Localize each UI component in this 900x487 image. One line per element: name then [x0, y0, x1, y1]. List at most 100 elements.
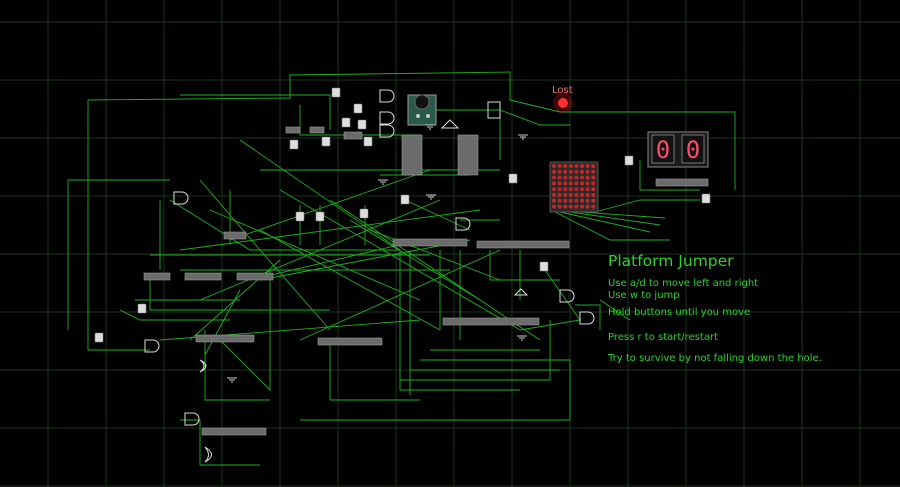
game-title: Platform Jumper	[608, 252, 734, 270]
matrix-dot	[563, 204, 568, 209]
button-icon	[624, 155, 634, 166]
and-gate-icon	[379, 89, 395, 103]
matrix-dot	[591, 169, 596, 174]
matrix-dot	[591, 193, 596, 197]
matrix-dot	[563, 193, 568, 197]
instruction-jump: Use w to jump	[608, 290, 680, 301]
score-digit-tens: 0	[656, 136, 670, 164]
instruction-restart: Press r to start/restart	[608, 332, 718, 343]
buzzer-icon	[407, 94, 437, 126]
matrix-dot	[563, 164, 568, 168]
and-gate-icon	[379, 111, 395, 125]
matrix-dot	[591, 204, 596, 209]
button-icon	[321, 136, 331, 147]
circuit-canvas[interactable]: 0 0	[0, 0, 900, 487]
matrix-dot	[552, 187, 556, 192]
and-gate-icon	[559, 289, 575, 303]
button-icon	[357, 119, 367, 130]
matrix-dot	[580, 198, 584, 203]
and-gate-icon	[579, 311, 595, 325]
matrix-dot	[585, 175, 590, 180]
matrix-dot	[580, 164, 584, 168]
matrix-dot	[585, 164, 590, 168]
matrix-dot	[580, 187, 584, 192]
chip	[476, 240, 570, 249]
and-gate-icon	[513, 288, 529, 296]
matrix-dot	[552, 164, 556, 168]
chip	[343, 131, 363, 140]
button-icon	[331, 87, 341, 98]
matrix-dot	[557, 187, 562, 192]
matrix-dot	[591, 181, 596, 186]
matrix-dot	[552, 181, 556, 186]
matrix-dot	[580, 181, 584, 186]
button-icon	[94, 332, 104, 343]
matrix-dot	[563, 169, 568, 174]
button-icon	[400, 194, 410, 205]
chip	[309, 126, 325, 134]
matrix-dot	[591, 175, 596, 180]
chip	[401, 134, 423, 176]
and-gate-icon	[440, 119, 460, 129]
matrix-dot	[568, 164, 573, 168]
chip	[285, 126, 301, 134]
chip	[201, 427, 267, 436]
matrix-dot	[580, 175, 584, 180]
matrix-dot	[574, 193, 579, 197]
matrix-dot	[563, 181, 568, 186]
button-icon	[701, 193, 711, 204]
and-gate-icon	[173, 191, 189, 205]
button-icon	[341, 117, 351, 128]
button-icon	[295, 211, 305, 222]
matrix-dot	[563, 175, 568, 180]
matrix-dot	[585, 169, 590, 174]
matrix-dot	[591, 164, 596, 168]
matrix-dot	[568, 175, 573, 180]
matrix-dot	[568, 204, 573, 209]
matrix-dot	[557, 204, 562, 209]
matrix-dot	[568, 181, 573, 186]
matrix-dot	[574, 187, 579, 192]
matrix-dot	[574, 175, 579, 180]
matrix-dot	[574, 169, 579, 174]
instruction-survive: Try to survive by not falling down the h…	[608, 353, 822, 364]
chip	[223, 231, 247, 240]
matrix-dot	[568, 193, 573, 197]
chip	[184, 272, 222, 281]
seven-segment-display-icon: 0 0	[647, 131, 709, 168]
matrix-dot	[557, 169, 562, 174]
matrix-dot	[585, 193, 590, 197]
matrix-dot	[557, 175, 562, 180]
or-gate-icon	[204, 446, 212, 463]
matrix-dot	[552, 204, 556, 209]
matrix-dot	[552, 169, 556, 174]
button-icon	[508, 173, 518, 184]
button-icon	[539, 261, 549, 272]
matrix-dot	[580, 169, 584, 174]
chip	[392, 238, 468, 247]
matrix-dot	[574, 198, 579, 203]
matrix-dot	[563, 198, 568, 203]
instruction-hold: Hold buttons until you move	[608, 307, 751, 318]
chip	[143, 272, 171, 281]
score-digit-ones: 0	[686, 136, 700, 164]
matrix-dot	[568, 198, 573, 203]
chip	[442, 317, 540, 326]
instruction-move: Use a/d to move left and right	[608, 278, 759, 289]
matrix-dot	[585, 198, 590, 203]
chip	[195, 334, 255, 343]
button-icon	[359, 208, 369, 219]
matrix-dot	[574, 181, 579, 186]
matrix-dot	[585, 204, 590, 209]
matrix-dot	[557, 181, 562, 186]
chip	[457, 134, 479, 176]
button-icon	[289, 139, 299, 150]
button-icon	[363, 136, 373, 147]
matrix-dot	[552, 198, 556, 203]
matrix-dot	[557, 193, 562, 197]
chip	[236, 272, 274, 281]
matrix-dot	[585, 181, 590, 186]
chip	[655, 178, 709, 187]
matrix-dot	[591, 198, 596, 203]
matrix-dot	[580, 204, 584, 209]
